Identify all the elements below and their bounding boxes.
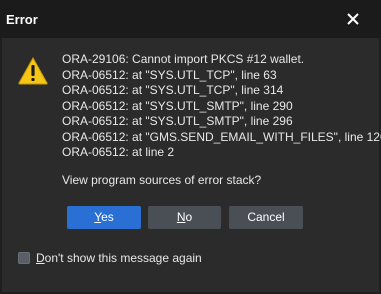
error-line: ORA-06512: at "SYS.UTL_TCP", line 314 [62, 83, 284, 97]
yes-label-rest: es [101, 210, 114, 224]
error-line: ORA-06512: at line 2 [62, 145, 175, 159]
dont-show-again-row[interactable]: Don't show this message again [18, 250, 202, 266]
close-icon [347, 13, 359, 25]
error-line: ORA-06512: at "SYS.UTL_TCP", line 63 [62, 67, 277, 82]
dialog-body: ORA-29106: Cannot import PKCS #12 wallet… [2, 38, 381, 292]
title-bar: Error [0, 0, 381, 38]
close-button[interactable] [345, 11, 361, 27]
cancel-button[interactable]: Cancel [229, 206, 303, 229]
question-text: View program sources of error stack? [62, 173, 262, 187]
dont-show-again-label[interactable]: Don't show this message again [36, 251, 202, 265]
dont-show-again-checkbox[interactable] [18, 252, 30, 264]
no-button[interactable]: No [148, 206, 221, 229]
yes-button[interactable]: Yes [67, 206, 141, 229]
error-dialog: Error ORA-29106: Cannot import PKCS #12 … [0, 0, 381, 294]
dont-show-label-rest: on't show this message again [44, 251, 202, 265]
warning-icon [18, 57, 48, 85]
error-line: ORA-06512: at "GMS.SEND_EMAIL_WITH_FILES… [62, 129, 381, 144]
no-label-rest: o [185, 210, 193, 224]
error-line: ORA-06512: at "SYS.UTL_SMTP", line 290 [62, 98, 293, 113]
error-line: ORA-29106: Cannot import PKCS #12 wallet… [62, 52, 305, 66]
dialog-title: Error [6, 12, 38, 27]
error-line: ORA-06512: at "SYS.UTL_SMTP", line 296 [62, 114, 293, 128]
dont-show-mnemonic: D [36, 251, 45, 265]
error-stack: ORA-29106: Cannot import PKCS #12 wallet… [62, 52, 381, 161]
